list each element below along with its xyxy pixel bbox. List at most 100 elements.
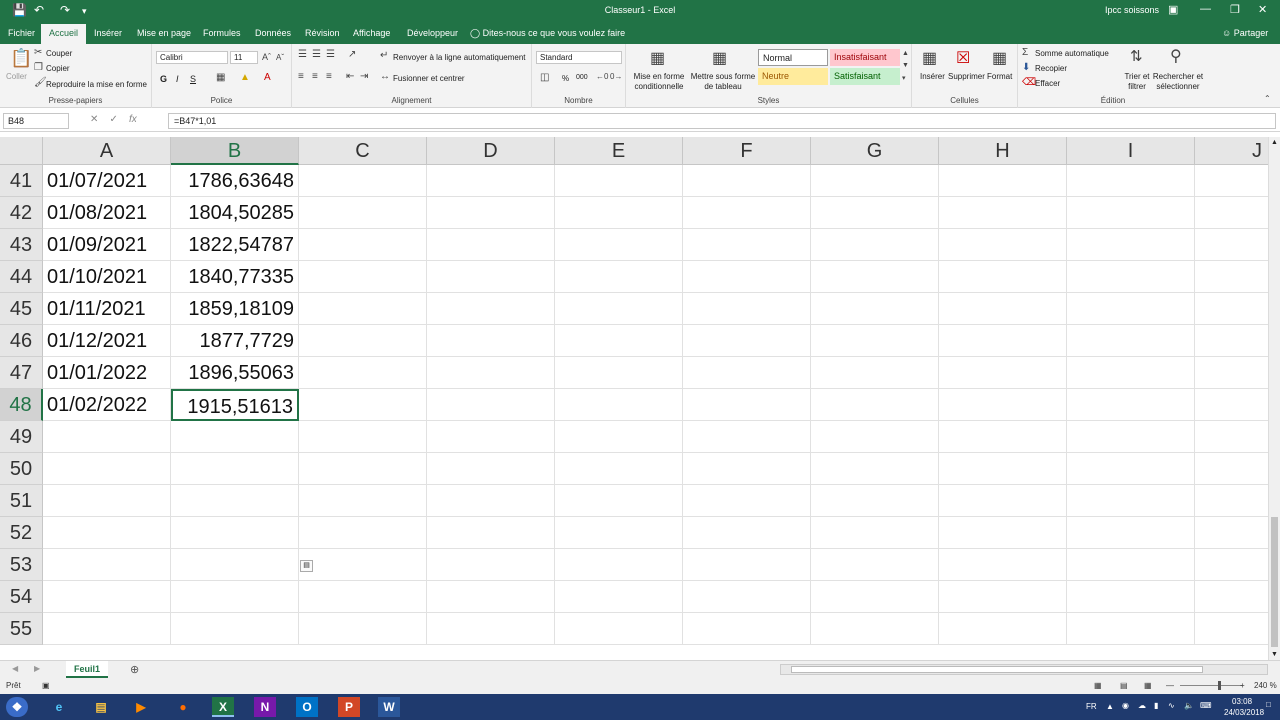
cell[interactable] — [1067, 517, 1195, 549]
cell[interactable]: 01/09/2021 — [43, 229, 171, 261]
row-header[interactable]: 52 — [0, 517, 43, 549]
font-size-select[interactable]: 11 — [230, 51, 258, 64]
cell[interactable] — [427, 581, 555, 613]
cell[interactable] — [1067, 389, 1195, 421]
scroll-down-icon[interactable]: ▼ — [1271, 651, 1278, 658]
column-header-g[interactable]: G — [811, 137, 939, 165]
cell[interactable] — [427, 229, 555, 261]
cell[interactable] — [811, 421, 939, 453]
cell[interactable] — [939, 485, 1067, 517]
align-left-icon[interactable]: ≡ — [298, 71, 304, 82]
cell[interactable] — [555, 517, 683, 549]
font-color-icon[interactable]: A — [264, 72, 271, 83]
file-explorer-icon[interactable]: ▤ — [90, 697, 112, 717]
tab-mise-en-page[interactable]: Mise en page — [137, 28, 191, 38]
cell[interactable] — [299, 293, 427, 325]
tell-me-box[interactable]: ◯ Dites-nous ce que vous voulez faire — [470, 28, 625, 39]
decrease-indent-icon[interactable]: ⇤ — [346, 71, 354, 82]
cell[interactable] — [427, 517, 555, 549]
align-top-icon[interactable]: ☰ — [298, 49, 307, 60]
cell[interactable] — [939, 357, 1067, 389]
cell[interactable] — [555, 325, 683, 357]
cell[interactable] — [939, 517, 1067, 549]
collapse-ribbon-icon[interactable]: ⌃ — [1264, 94, 1271, 103]
find-select-button[interactable]: Rechercher et sélectionner — [1152, 72, 1204, 92]
cell[interactable] — [683, 325, 811, 357]
battery-icon[interactable]: ▮ — [1154, 701, 1158, 710]
fill-button[interactable]: Recopier — [1035, 64, 1067, 73]
paste-icon[interactable]: 📋 — [10, 48, 32, 69]
cell[interactable] — [555, 421, 683, 453]
zoom-slider-handle[interactable] — [1218, 681, 1221, 690]
cell[interactable] — [811, 197, 939, 229]
row-header[interactable]: 46 — [0, 325, 43, 357]
cell[interactable] — [683, 197, 811, 229]
cell[interactable] — [683, 389, 811, 421]
cell[interactable] — [171, 613, 299, 645]
decrease-decimal-icon[interactable]: 0→ — [610, 72, 622, 81]
cell[interactable] — [555, 453, 683, 485]
cell[interactable] — [299, 261, 427, 293]
paste-button[interactable]: Coller — [6, 72, 27, 81]
macro-record-icon[interactable]: ▣ — [42, 681, 50, 690]
style-bad[interactable]: Insatisfaisant — [830, 49, 900, 66]
cell[interactable] — [811, 165, 939, 197]
cell[interactable] — [555, 549, 683, 581]
cell[interactable]: 01/11/2021 — [43, 293, 171, 325]
underline-button[interactable]: S — [190, 74, 196, 84]
cell[interactable] — [1067, 421, 1195, 453]
row-header[interactable]: 44 — [0, 261, 43, 293]
cell[interactable] — [427, 197, 555, 229]
tab-formules[interactable]: Formules — [203, 28, 241, 38]
italic-button[interactable]: I — [176, 74, 179, 84]
merge-center-button[interactable]: Fusionner et centrer — [393, 74, 465, 83]
cell[interactable]: 1896,55063 — [171, 357, 299, 389]
cell[interactable]: 01/12/2021 — [43, 325, 171, 357]
row-header[interactable]: 42 — [0, 197, 43, 229]
cell[interactable] — [1195, 485, 1268, 517]
cell[interactable] — [299, 325, 427, 357]
cell[interactable] — [939, 389, 1067, 421]
cell[interactable] — [811, 325, 939, 357]
format-cells-button[interactable]: Format — [987, 72, 1012, 81]
cell[interactable] — [1195, 453, 1268, 485]
cell[interactable] — [811, 581, 939, 613]
cell[interactable] — [299, 165, 427, 197]
internet-explorer-icon[interactable]: e — [48, 697, 70, 717]
cell[interactable] — [427, 453, 555, 485]
cell[interactable] — [939, 613, 1067, 645]
column-header-e[interactable]: E — [555, 137, 683, 165]
cell[interactable] — [939, 325, 1067, 357]
styles-scroll-up-icon[interactable]: ▲ — [902, 50, 909, 57]
vertical-scrollbar[interactable]: ▲ ▼ — [1268, 137, 1280, 660]
column-header-h[interactable]: H — [939, 137, 1067, 165]
media-player-icon[interactable]: ▶ — [130, 697, 152, 717]
cell[interactable] — [939, 581, 1067, 613]
cell[interactable] — [171, 485, 299, 517]
cell[interactable] — [171, 421, 299, 453]
cell[interactable] — [683, 517, 811, 549]
cell[interactable] — [427, 421, 555, 453]
cell[interactable] — [939, 293, 1067, 325]
share-button[interactable]: ☺ Partager — [1222, 28, 1268, 38]
tab-accueil[interactable]: Accueil — [41, 24, 87, 44]
tab-developpeur[interactable]: Développeur — [407, 28, 458, 38]
excel-taskbar-icon[interactable]: X — [212, 697, 234, 717]
cell[interactable] — [939, 549, 1067, 581]
percent-button[interactable]: % — [562, 74, 569, 83]
cell[interactable] — [555, 165, 683, 197]
cell[interactable] — [555, 197, 683, 229]
cell[interactable] — [1195, 293, 1268, 325]
row-header[interactable]: 50 — [0, 453, 43, 485]
cell[interactable] — [43, 421, 171, 453]
cell[interactable] — [1067, 549, 1195, 581]
cell[interactable] — [43, 453, 171, 485]
account-name[interactable]: Ipcc soissons — [1105, 5, 1159, 15]
tab-revision[interactable]: Révision — [305, 28, 340, 38]
cut-button[interactable]: Couper — [46, 49, 72, 58]
currency-icon[interactable]: ◫ — [540, 72, 549, 83]
cell[interactable] — [555, 261, 683, 293]
next-sheet-icon[interactable]: ▶ — [34, 664, 40, 673]
cell[interactable] — [939, 261, 1067, 293]
cell[interactable] — [1067, 581, 1195, 613]
